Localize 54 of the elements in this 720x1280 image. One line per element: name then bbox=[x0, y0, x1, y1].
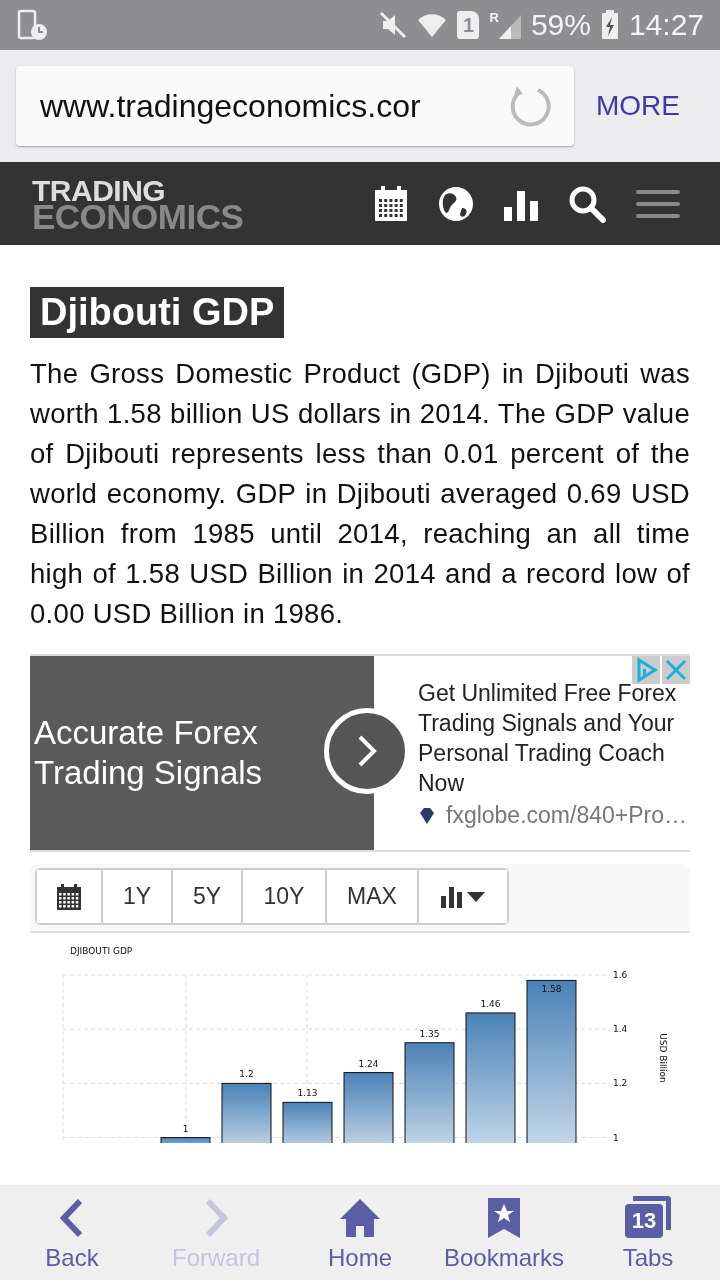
menu-icon[interactable] bbox=[636, 188, 680, 219]
bookmark-icon bbox=[488, 1198, 520, 1238]
chart-bar bbox=[221, 1082, 272, 1143]
chart-bar bbox=[160, 1137, 211, 1143]
chart-bar bbox=[282, 1101, 333, 1143]
bar-value-label: 1.46 bbox=[480, 998, 501, 1009]
roaming-indicator: R bbox=[489, 11, 499, 24]
axis-tick-label: 1.4 bbox=[613, 1024, 628, 1035]
bar-chart-icon bbox=[441, 885, 463, 908]
calendar-icon bbox=[57, 883, 81, 910]
caret-down-icon bbox=[467, 891, 485, 902]
url-text: www.tradingeconomics.cor bbox=[40, 87, 422, 125]
calendar-icon[interactable] bbox=[374, 185, 408, 222]
logo-text[interactable]: ECONOMICS bbox=[32, 203, 244, 230]
bar-value-label: 1.58 bbox=[541, 984, 562, 995]
search-icon[interactable] bbox=[568, 184, 606, 223]
ad-source-link[interactable]: fxglobe.com/840+Pro… bbox=[446, 802, 687, 829]
page-title: Djibouti GDP bbox=[30, 287, 285, 338]
battery-percent: 59% bbox=[530, 8, 591, 42]
sim-badge: 1 bbox=[457, 11, 480, 39]
chevron-right-icon bbox=[204, 1198, 228, 1238]
clock: 14:27 bbox=[628, 8, 704, 42]
diamond-icon bbox=[418, 806, 436, 825]
device-icon bbox=[16, 9, 48, 41]
bar-value-label: 1.2 bbox=[239, 1069, 254, 1080]
mute-icon bbox=[379, 11, 408, 39]
ad-text: Get Unlimited Free Forex Trading Signals and Your Personal Trading Coach Now bbox=[418, 679, 678, 798]
address-field[interactable]: www.tradingeconomics.cor bbox=[16, 66, 574, 146]
axis-tick-label: 1.6 bbox=[613, 970, 628, 980]
globe-icon[interactable] bbox=[438, 185, 474, 222]
more-button[interactable]: MORE bbox=[596, 90, 680, 122]
nav-back-button[interactable]: Back bbox=[0, 1198, 144, 1272]
axis-tick-label: 1.2 bbox=[613, 1078, 628, 1089]
bar-value-label: 1.13 bbox=[297, 1088, 318, 1099]
ad-headline: Accurate Forex Trading Signals bbox=[34, 713, 264, 793]
nav-home-button[interactable]: Home bbox=[288, 1198, 432, 1272]
ad-banner[interactable]: Accurate Forex Trading Signals bbox=[30, 656, 374, 850]
nav-tabs-button[interactable]: 13 Tabs bbox=[576, 1196, 720, 1272]
calendar-button[interactable] bbox=[37, 870, 103, 923]
battery-icon bbox=[600, 10, 619, 40]
bar-value-label: 1.24 bbox=[358, 1058, 379, 1069]
logo-text[interactable]: TRADING bbox=[32, 177, 244, 204]
bar-value-label: 1.35 bbox=[419, 1028, 440, 1039]
chevron-left-icon bbox=[60, 1198, 84, 1238]
axis-tick-label: 1 bbox=[613, 1132, 619, 1143]
axis-title: USD Billion bbox=[658, 1033, 668, 1083]
bar-value-label: 1 bbox=[182, 1123, 189, 1134]
wifi-icon bbox=[417, 11, 448, 39]
home-icon bbox=[339, 1198, 381, 1238]
chevron-right-icon bbox=[357, 734, 377, 768]
chart-title: DJIBOUTI GDP bbox=[70, 946, 133, 956]
article-paragraph: The Gross Domestic Product (GDP) in Djibouti was worth 1.58 billion US dollars in 2014. The GDP value of Djibouti represents less than 0.01 percent of the world economy. GDP in Djibouti averaged 0.69 USD Billion from 1985 until 2014, reaching an all time high of 1.58 USD Billion in 2014 and a record low of 0.00 USD Billion in 1986. bbox=[30, 357, 690, 631]
chart-bar bbox=[343, 1072, 394, 1143]
nav-bookmarks-button[interactable]: Bookmarks bbox=[432, 1198, 576, 1272]
